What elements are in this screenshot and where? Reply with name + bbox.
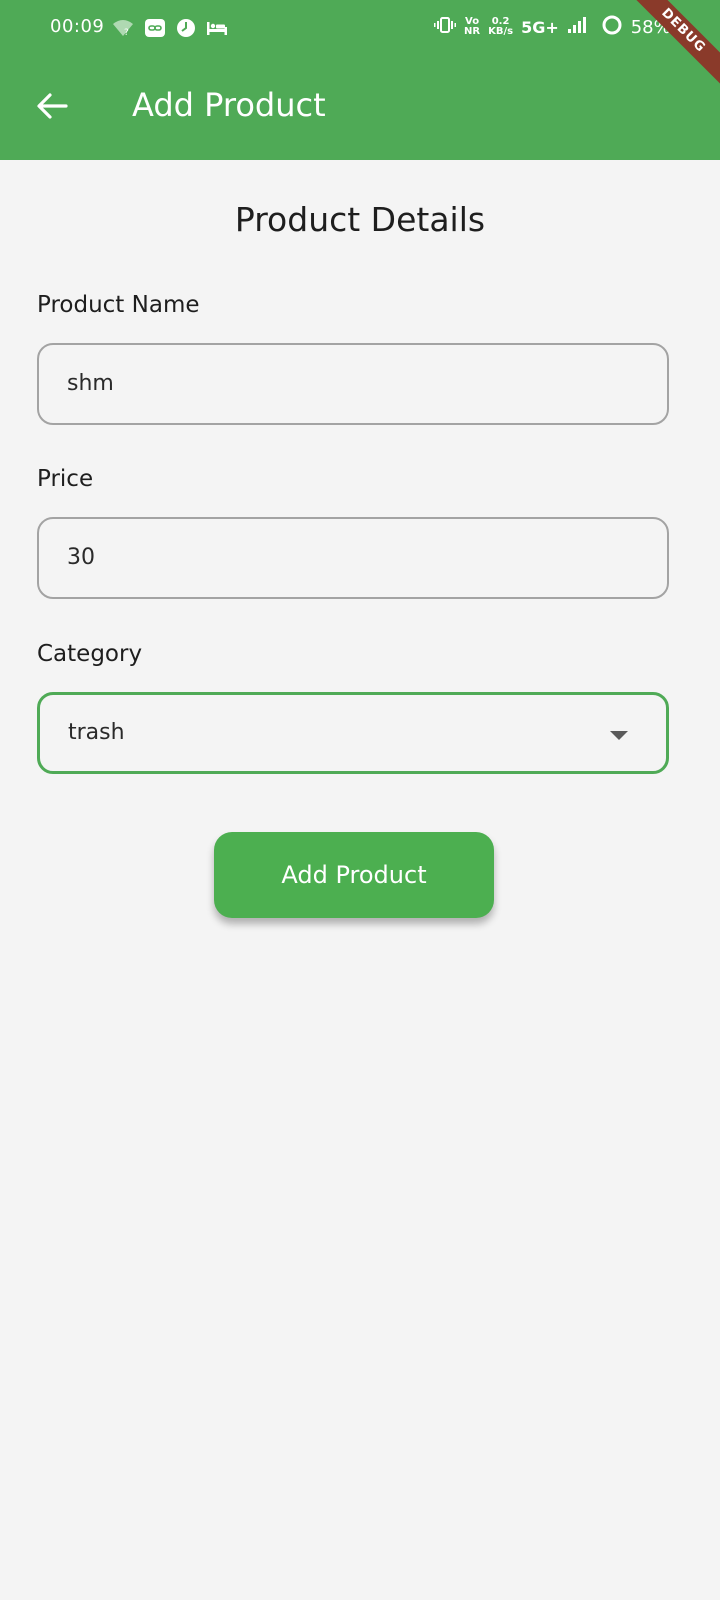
category-dropdown[interactable]: trash: [37, 692, 669, 774]
vonr-indicator: Vo NR: [464, 17, 480, 37]
status-time: 00:09: [50, 16, 105, 37]
clock-icon: [176, 18, 196, 42]
network-type: 5G+: [521, 17, 559, 37]
product-name-label: Product Name: [37, 292, 200, 318]
network-speed: 0.2 KB/s: [488, 17, 513, 37]
back-arrow-icon: [36, 92, 68, 124]
bed-icon: [206, 20, 228, 40]
signal-icon: [567, 16, 587, 38]
battery-ring-icon: [601, 14, 623, 40]
app-bar: 00:09 ? Vo NR 0.2 KB/s 5G+ 58% DEBUG Add…: [0, 0, 720, 160]
status-right-icons: Vo NR 0.2 KB/s 5G+ 58%: [434, 14, 671, 40]
product-name-field[interactable]: shm: [37, 343, 669, 425]
status-left-icons: ?: [112, 18, 228, 42]
status-bar: 00:09 ? Vo NR 0.2 KB/s 5G+ 58%: [0, 0, 720, 60]
section-title: Product Details: [234, 200, 486, 239]
speed-unit: KB/s: [488, 26, 514, 37]
vibrate-icon: [434, 17, 456, 37]
price-field[interactable]: 30: [37, 517, 669, 599]
category-selected-value: trash: [68, 720, 125, 745]
page-title: Add Product: [132, 86, 326, 124]
add-product-button[interactable]: Add Product: [214, 832, 494, 918]
chevron-down-icon: [610, 731, 628, 740]
product-name-value: shm: [67, 371, 114, 396]
price-value: 30: [67, 545, 95, 570]
vonr-bottom: NR: [464, 26, 481, 37]
price-label: Price: [37, 466, 94, 492]
category-label: Category: [37, 641, 143, 667]
wifi-icon: ?: [112, 19, 134, 41]
svg-text:?: ?: [124, 28, 129, 37]
link-icon: [144, 18, 166, 42]
back-button[interactable]: [32, 88, 72, 128]
